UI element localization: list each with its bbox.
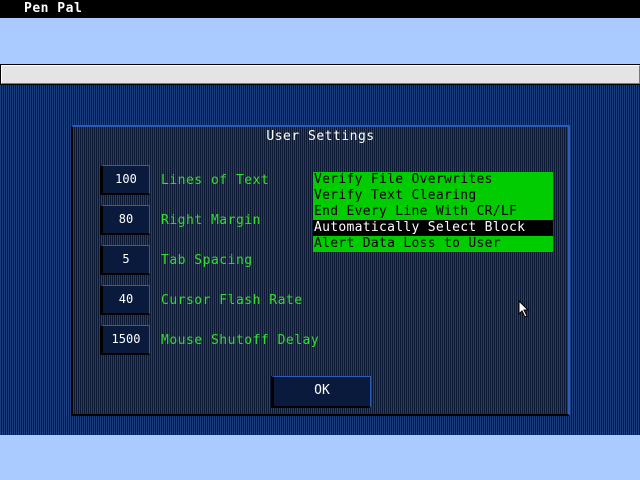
option-verify-text-clearing[interactable]: Verify Text Clearing (313, 188, 553, 204)
mouse-shutoff-delay-field[interactable]: 1500 (100, 325, 150, 355)
options-list: Verify File Overwrites Verify Text Clear… (313, 172, 553, 252)
mouse-shutoff-delay-label: Mouse Shutoff Delay (161, 333, 320, 348)
ruler-strip-inner (1, 65, 640, 84)
lines-of-text-label: Lines of Text (161, 173, 270, 188)
dialog-title: User Settings (266, 129, 375, 144)
ok-button[interactable]: OK (271, 376, 371, 408)
mouse-pointer-icon (518, 300, 530, 318)
option-auto-select-block[interactable]: Automatically Select Block (313, 220, 553, 236)
option-alert-data-loss[interactable]: Alert Data Loss to User (313, 236, 553, 252)
status-band (0, 435, 640, 480)
screen: Pen Pal User Settings 100 Lines of Text … (0, 0, 640, 480)
cursor-flash-rate-field[interactable]: 40 (100, 285, 150, 315)
right-margin-label: Right Margin (161, 213, 261, 228)
user-settings-dialog: User Settings 100 Lines of Text 80 Right… (71, 125, 570, 416)
tab-spacing-label: Tab Spacing (161, 253, 253, 268)
tab-spacing-field[interactable]: 5 (100, 245, 150, 275)
title-bar: Pen Pal (0, 0, 640, 18)
lines-of-text-field[interactable]: 100 (100, 165, 150, 195)
cursor-flash-rate-label: Cursor Flash Rate (161, 293, 303, 308)
menu-bar[interactable] (0, 18, 640, 64)
option-end-line-crlf[interactable]: End Every Line With CR/LF (313, 204, 553, 220)
app-title: Pen Pal (24, 1, 83, 16)
option-verify-file-overwrites[interactable]: Verify File Overwrites (313, 172, 553, 188)
right-margin-field[interactable]: 80 (100, 205, 150, 235)
ruler-strip (0, 64, 640, 85)
